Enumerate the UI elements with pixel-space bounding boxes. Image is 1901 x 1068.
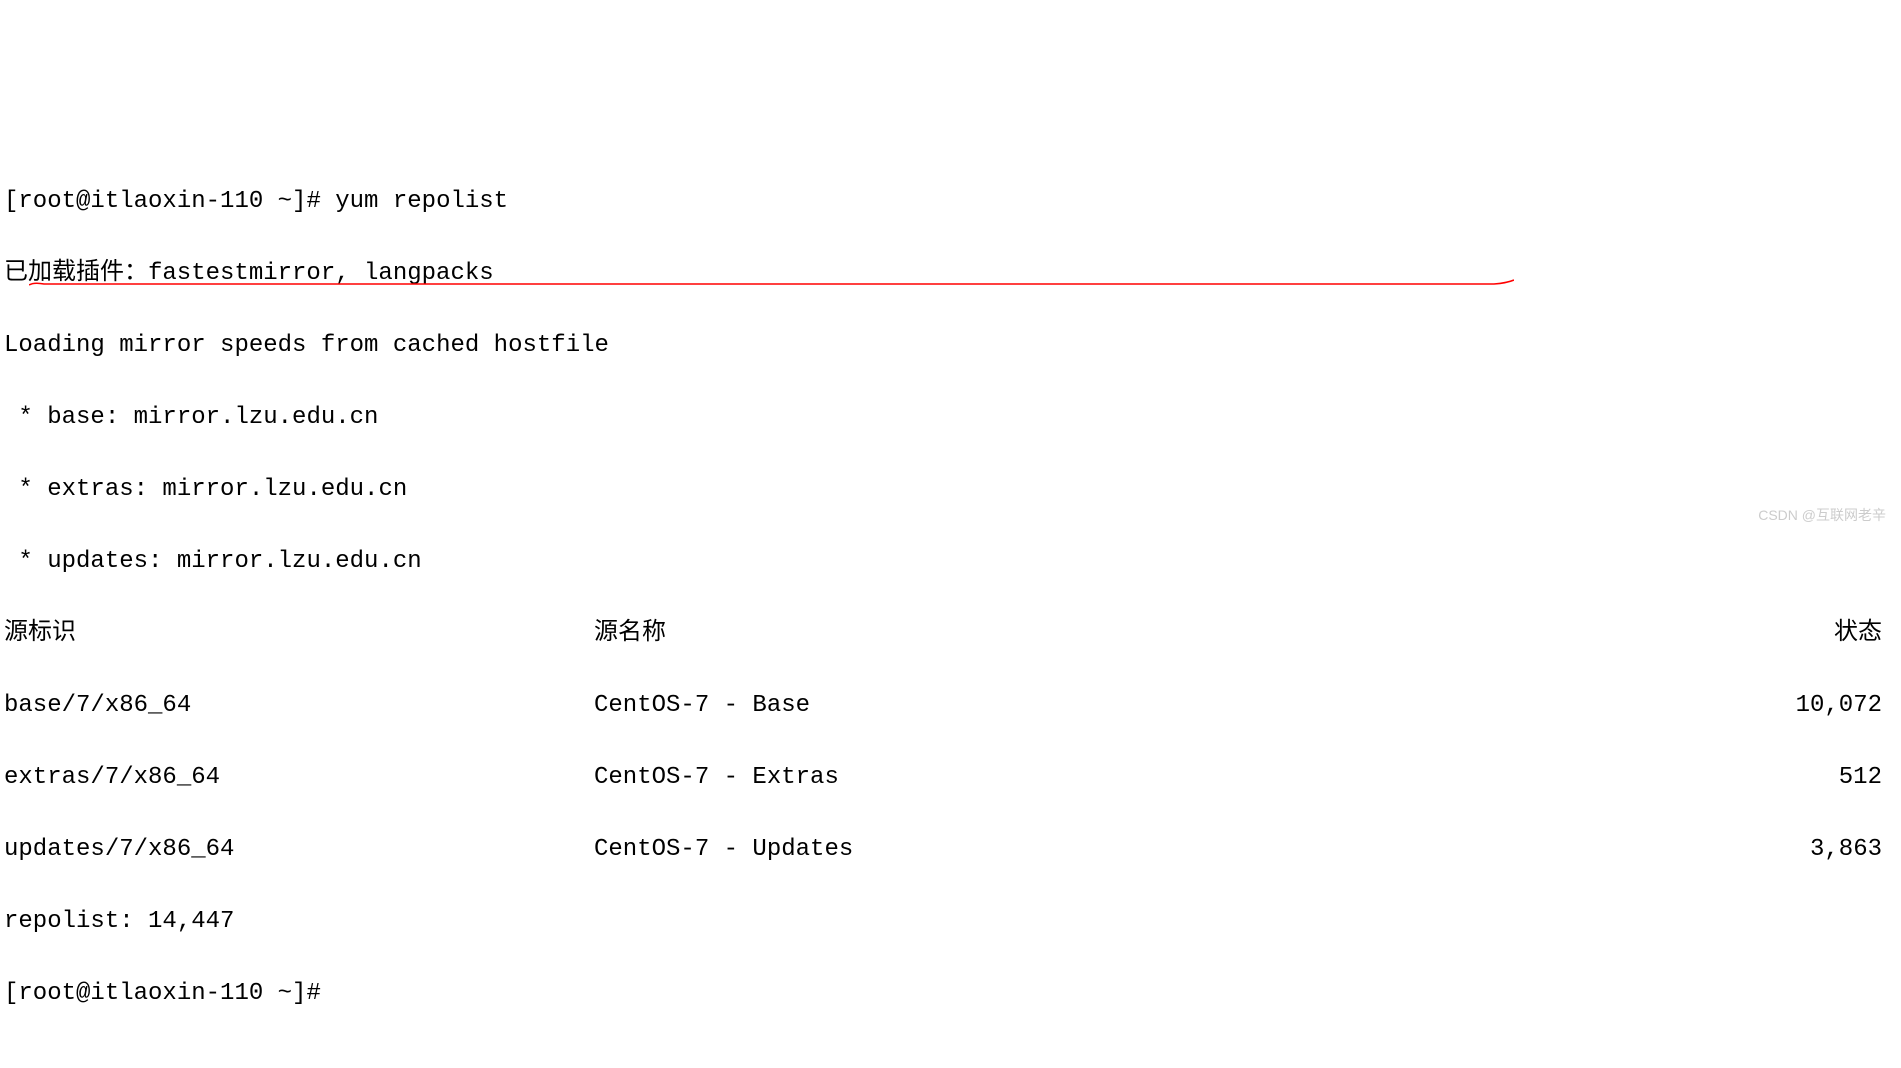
table-row: extras/7/x86_64CentOS-7 - Extras512 — [4, 760, 1897, 796]
repo-id: extras/7/x86_64 — [4, 760, 594, 796]
repolist-total: repolist: 14,447 — [4, 904, 1897, 940]
repo-status: 512 — [1394, 760, 1897, 796]
header-id: 源标识 — [4, 616, 594, 652]
table-row: base/7/x86_64CentOS-7 - Base10,072 — [4, 688, 1897, 724]
loading-line: Loading mirror speeds from cached hostfi… — [4, 328, 1897, 364]
watermark: CSDN @互联网老辛 — [1758, 505, 1886, 526]
header-name: 源名称 — [594, 616, 1394, 652]
repo-status: 3,863 — [1394, 832, 1897, 868]
table-row: updates/7/x86_64CentOS-7 - Updates3,863 — [4, 832, 1897, 868]
repo-name: CentOS-7 - Extras — [594, 760, 1394, 796]
repo-status: 10,072 — [1394, 688, 1897, 724]
mirror-extras: * extras: mirror.lzu.edu.cn — [4, 472, 1897, 508]
mirror-base: * base: mirror.lzu.edu.cn — [4, 400, 1897, 436]
repo-id: updates/7/x86_64 — [4, 832, 594, 868]
command-line: [root@itlaoxin-110 ~]# yum repolist — [4, 184, 1897, 220]
header-status: 状态 — [1394, 616, 1897, 652]
table-header: 源标识源名称状态 — [4, 616, 1897, 652]
repo-id: base/7/x86_64 — [4, 688, 594, 724]
annotation-underline — [0, 284, 1485, 286]
repo-name: CentOS-7 - Base — [594, 688, 1394, 724]
prompt-line[interactable]: [root@itlaoxin-110 ~]# — [4, 976, 1897, 1012]
repo-name: CentOS-7 - Updates — [594, 832, 1394, 868]
mirror-updates: * updates: mirror.lzu.edu.cn — [4, 544, 1897, 580]
